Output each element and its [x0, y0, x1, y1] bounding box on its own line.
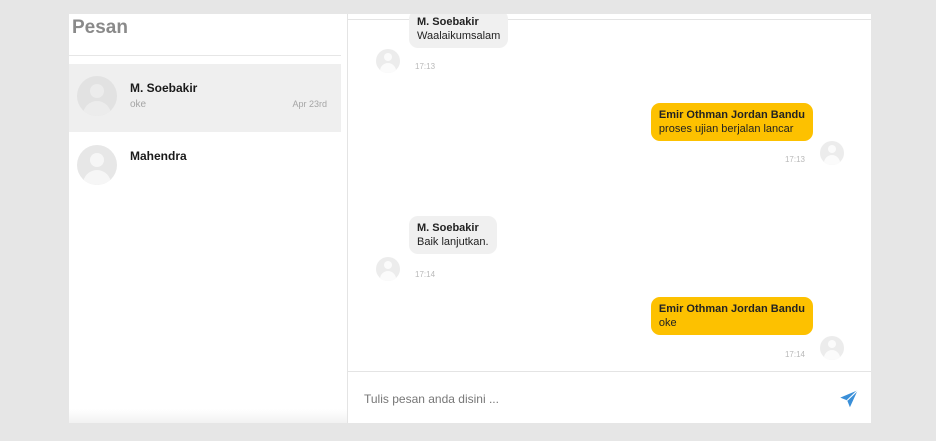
sidebar-divider: [69, 55, 341, 56]
message-bubble-outgoing: Emir Othman Jordan Bandu proses ujian be…: [650, 103, 813, 141]
contact-item-m-soebakir[interactable]: M. Soebakir oke Apr 23rd: [69, 64, 341, 132]
message-input[interactable]: [362, 384, 806, 414]
message-text: proses ujian berjalan lancar: [658, 123, 794, 135]
chat-panel: M. Soebakir Waalaikumsalam 17:13 Emir Ot…: [348, 14, 871, 423]
avatar: [820, 141, 844, 165]
avatar: [376, 49, 400, 73]
contact-name: Mahendra: [130, 149, 187, 163]
message-sender: M. Soebakir: [417, 222, 479, 234]
avatar: [77, 76, 117, 116]
message-bubble-outgoing: Emir Othman Jordan Bandu oke: [650, 297, 813, 335]
messages-app: Pesan M. Soebakir oke Apr 23rd Mahendra …: [69, 14, 871, 423]
avatar: [376, 257, 400, 281]
avatar: [77, 145, 117, 185]
message-bubble-incoming: M. Soebakir Baik lanjutkan.: [409, 216, 497, 254]
contact-item-mahendra[interactable]: Mahendra: [69, 133, 341, 201]
message-bubble-incoming: M. Soebakir Waalaikumsalam: [409, 14, 509, 48]
contact-name: M. Soebakir: [130, 81, 198, 95]
send-icon: [840, 389, 859, 408]
send-button[interactable]: [838, 388, 860, 410]
contact-last-message: oke: [130, 99, 147, 110]
sidebar-footer: [69, 409, 347, 423]
sidebar-title: Pesan: [72, 17, 128, 38]
message-time: 17:14: [415, 270, 436, 279]
composer-divider: [348, 371, 871, 372]
message-sender: Emir Othman Jordan Bandu: [658, 109, 805, 121]
contact-date: Apr 23rd: [292, 99, 327, 109]
message-time: 17:13: [415, 62, 436, 71]
message-text: oke: [658, 317, 677, 329]
message-text: Baik lanjutkan.: [417, 236, 489, 248]
conversation-sidebar: Pesan M. Soebakir oke Apr 23rd Mahendra: [69, 14, 347, 423]
message-time: 17:14: [784, 350, 805, 359]
message-sender: M. Soebakir: [417, 16, 479, 28]
avatar: [820, 336, 844, 360]
message-text: Waalaikumsalam: [417, 30, 501, 42]
message-time: 17:13: [784, 155, 805, 164]
message-sender: Emir Othman Jordan Bandu: [658, 303, 805, 315]
